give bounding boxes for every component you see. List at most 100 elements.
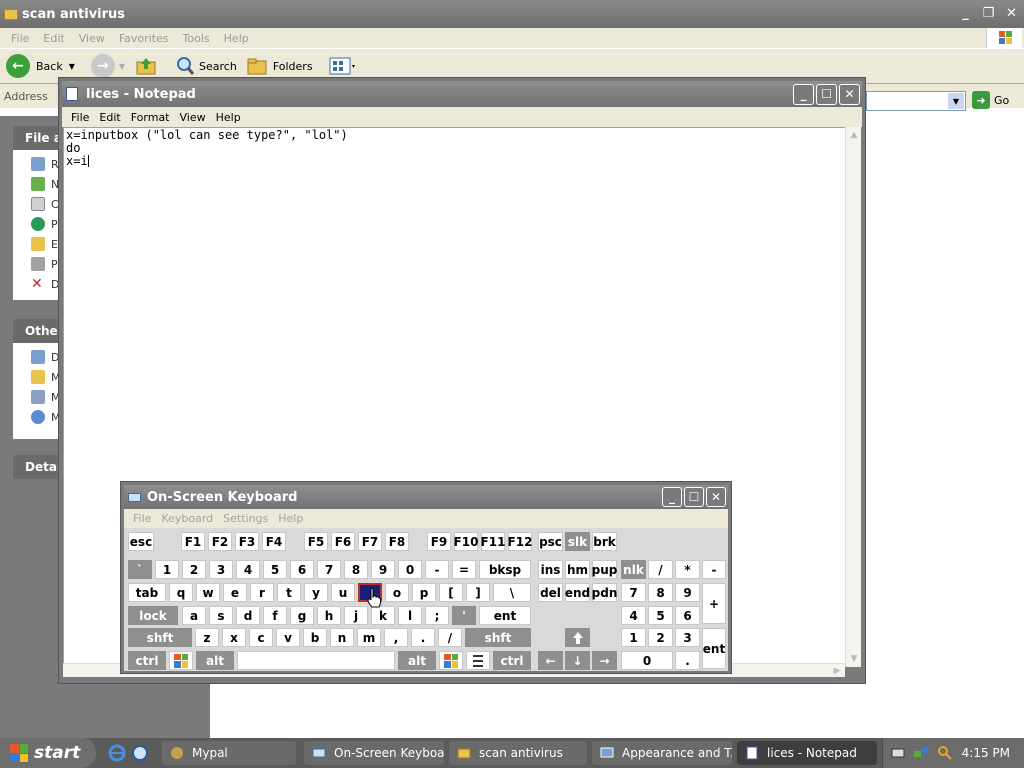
key-right-ctrl[interactable]: ctrl (493, 651, 531, 670)
key-j[interactable]: j (344, 606, 368, 625)
key-4[interactable]: 4 (236, 560, 260, 579)
menu-settings[interactable]: Settings (223, 512, 268, 525)
menu-help[interactable]: Help (278, 512, 303, 525)
close-button[interactable]: ✕ (839, 83, 860, 105)
key-numpad-7[interactable]: 7 (621, 583, 646, 602)
vertical-scrollbar[interactable]: ▲ ▼ (845, 127, 861, 667)
key-numpad-multiply[interactable]: * (675, 560, 700, 579)
key-numpad-divide[interactable]: / (648, 560, 673, 579)
key-f12[interactable]: F12 (508, 532, 532, 551)
key-f5[interactable]: F5 (304, 532, 328, 551)
menu-file[interactable]: File (11, 32, 29, 45)
close-button[interactable]: ✕ (1001, 3, 1022, 24)
key-numpad-9[interactable]: 9 (675, 583, 700, 602)
scroll-up-icon[interactable]: ▲ (846, 127, 862, 143)
minimize-button[interactable]: _ (662, 487, 682, 507)
key-c[interactable]: c (249, 628, 273, 647)
key-f7[interactable]: F7 (358, 532, 382, 551)
task-on-screen-keyboard[interactable]: On-Screen Keyboard (304, 741, 444, 765)
key-u[interactable]: u (331, 583, 355, 602)
key-left-ctrl[interactable]: ctrl (128, 651, 166, 670)
key-numpad-6[interactable]: 6 (675, 606, 700, 625)
key-slk[interactable]: slk (565, 532, 590, 551)
key-psc[interactable]: psc (538, 532, 563, 551)
minimize-button[interactable]: _ (955, 3, 976, 24)
menu-file[interactable]: File (71, 111, 89, 124)
key-right-shift[interactable]: shft (465, 628, 531, 647)
key-down-arrow[interactable]: ↓ (565, 651, 590, 670)
key-numpad-5[interactable]: 5 (648, 606, 673, 625)
restore-button[interactable]: ❐ (978, 3, 999, 24)
key-q[interactable]: q (169, 583, 193, 602)
key-o[interactable]: o (385, 583, 409, 602)
start-button[interactable]: start (0, 738, 96, 768)
key-1[interactable]: 1 (155, 560, 179, 579)
key-r[interactable]: r (250, 583, 274, 602)
clock[interactable]: 4:15 PM (962, 746, 1010, 760)
key-a[interactable]: a (182, 606, 206, 625)
key-f8[interactable]: F8 (385, 532, 409, 551)
key-f2[interactable]: F2 (208, 532, 232, 551)
task-notepad[interactable]: lices - Notepad (737, 741, 877, 765)
up-folder-button[interactable] (135, 56, 157, 76)
key-backtick[interactable]: ` (128, 560, 152, 579)
key-pdn[interactable]: pdn (592, 583, 617, 602)
key-right-alt[interactable]: alt (398, 651, 436, 670)
key-w[interactable]: w (196, 583, 220, 602)
key-numpad-add[interactable]: + (702, 583, 726, 624)
key-comma[interactable]: , (384, 628, 408, 647)
key-space[interactable] (237, 651, 395, 670)
menu-help[interactable]: Help (224, 32, 249, 45)
views-button[interactable] (329, 56, 357, 76)
key-right-arrow[interactable]: → (592, 651, 617, 670)
key-z[interactable]: z (195, 628, 219, 647)
key-6[interactable]: 6 (290, 560, 314, 579)
key-y[interactable]: y (304, 583, 328, 602)
menu-edit[interactable]: Edit (99, 111, 120, 124)
key-end[interactable]: end (565, 583, 590, 602)
internet-explorer-icon[interactable] (108, 744, 126, 762)
key-pup[interactable]: pup (592, 560, 617, 579)
key-nlk[interactable]: nlk (621, 560, 646, 579)
key-f10[interactable]: F10 (454, 532, 478, 551)
explorer-titlebar[interactable]: scan antivirus _ ❐ ✕ (0, 0, 1024, 28)
key-8[interactable]: 8 (344, 560, 368, 579)
minimize-button[interactable]: _ (793, 83, 814, 105)
menu-help[interactable]: Help (216, 111, 241, 124)
forward-button[interactable]: → ▼ (85, 54, 125, 78)
key-numpad-2[interactable]: 2 (648, 628, 673, 647)
key-x[interactable]: x (222, 628, 246, 647)
key-left-bracket[interactable]: [ (439, 583, 463, 602)
back-button[interactable]: ← Back ▼ (6, 54, 75, 78)
key-m[interactable]: m (357, 628, 381, 647)
key-right-bracket[interactable]: ] (466, 583, 490, 602)
close-button[interactable]: ✕ (706, 487, 726, 507)
key-d[interactable]: d (236, 606, 260, 625)
key-numpad-1[interactable]: 1 (621, 628, 646, 647)
key-right-windows[interactable] (439, 651, 463, 670)
key-p[interactable]: p (412, 583, 436, 602)
key-minus[interactable]: - (425, 560, 449, 579)
key-backspace[interactable]: bksp (479, 560, 531, 579)
key-backslash[interactable]: \ (493, 583, 531, 602)
key-f11[interactable]: F11 (481, 532, 505, 551)
key-b[interactable]: b (303, 628, 327, 647)
key-s[interactable]: s (209, 606, 233, 625)
key-k[interactable]: k (371, 606, 395, 625)
maximize-button[interactable]: ☐ (816, 83, 837, 105)
go-button[interactable]: ➜ Go (972, 91, 1009, 109)
browser-icon[interactable] (131, 744, 149, 762)
menu-view[interactable]: View (79, 32, 105, 45)
keyboard-tray-icon[interactable] (891, 746, 905, 760)
key-5[interactable]: 5 (263, 560, 287, 579)
osk-titlebar[interactable]: On-Screen Keyboard _ ☐ ✕ (124, 485, 728, 509)
key-del[interactable]: del (538, 583, 563, 602)
search-icon[interactable] (937, 745, 953, 761)
scroll-right-icon[interactable]: ▶ (829, 663, 845, 679)
key-9[interactable]: 9 (371, 560, 395, 579)
key-hm[interactable]: hm (565, 560, 590, 579)
menu-view[interactable]: View (180, 111, 206, 124)
key-l[interactable]: l (398, 606, 422, 625)
key-left-windows[interactable] (169, 651, 193, 670)
key-caps-lock[interactable]: lock (128, 606, 178, 625)
